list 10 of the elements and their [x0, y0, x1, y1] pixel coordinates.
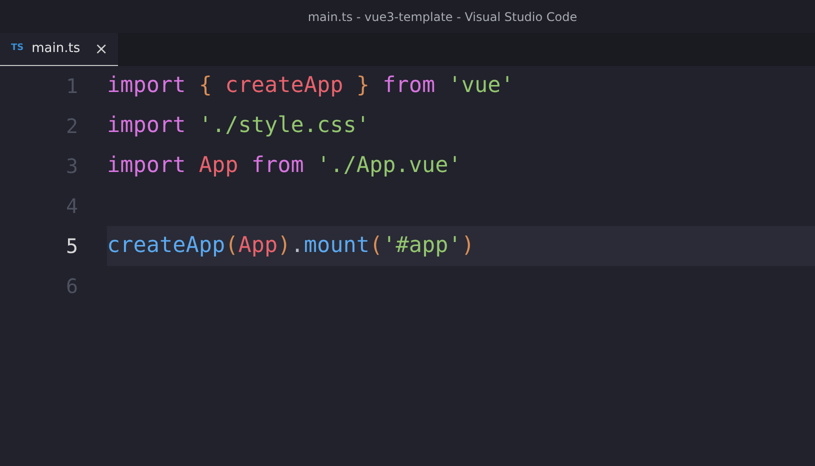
- line-number: 5: [64, 233, 78, 260]
- close-button[interactable]: ×: [94, 41, 108, 57]
- code-line: import './style.css': [107, 112, 370, 140]
- tab-label: main.ts: [32, 40, 82, 58]
- code-line: import App from './App.vue': [107, 152, 462, 180]
- editor-tab[interactable]: TS main.ts ×: [0, 33, 118, 66]
- code-line: createApp(App).mount('#app'): [107, 232, 474, 260]
- code-line: import { createApp } from 'vue': [107, 72, 514, 100]
- window-title: main.ts - vue3-template - Visual Studio Code: [308, 8, 578, 26]
- typescript-icon: TS: [11, 42, 24, 56]
